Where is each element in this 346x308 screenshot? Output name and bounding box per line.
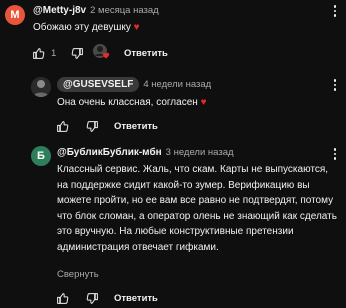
comment-body: Она очень классная, согласен [57,97,198,108]
reply-button-label: Ответить [114,120,158,132]
thumb-up-icon[interactable] [31,46,45,60]
creator-heart-icon [91,43,113,61]
comment-text: Классный сервис. Жаль, что скам. Карты н… [57,164,337,253]
comment-author[interactable]: @БубликБублик-мбн [57,147,162,158]
comment-timestamp[interactable]: 4 недели назад [143,79,211,90]
comment-timestamp[interactable]: 3 недели назад [166,147,234,158]
avatar[interactable]: Б [31,146,51,166]
comment-author[interactable]: @GUSEVSELF [57,77,140,92]
avatar[interactable]: M [5,5,25,25]
comment-header: @Metty-j8v 2 месяца назад [33,4,159,17]
thumb-down-icon[interactable] [85,291,99,305]
heart-emoji: ♥ [200,97,207,108]
comment-actions: 1 [31,45,84,61]
comment-body: Обожаю эту девушку [33,22,131,33]
reply-button-label: Ответить [124,47,168,59]
reply-button[interactable]: Ответить [114,118,158,134]
collapse-link[interactable]: Свернуть [57,269,99,280]
more-vert-icon[interactable] [330,4,340,18]
thumb-up-icon[interactable] [55,119,69,133]
comment-header: @БубликБублик-мбн 3 недели назад [57,146,234,159]
avatar[interactable] [31,77,51,97]
comment-text: Обожаю эту девушку ♥ [33,20,140,36]
thumb-down-icon[interactable] [70,46,84,60]
comment-header: @GUSEVSELF 4 недели назад [57,77,211,92]
thumb-down-icon[interactable] [85,119,99,133]
comment-author[interactable]: @Metty-j8v [33,5,86,16]
heart-emoji: ♥ [133,22,140,33]
more-vert-icon[interactable] [330,78,340,92]
comment-actions [55,290,99,306]
comment-actions [55,118,99,134]
reply-button[interactable]: Ответить [114,290,158,306]
more-vert-icon[interactable] [330,147,340,161]
thumb-up-icon[interactable] [55,291,69,305]
comment-timestamp[interactable]: 2 месяца назад [90,5,159,16]
reply-button[interactable]: Ответить [124,45,168,61]
comment-text: Она очень классная, согласен ♥ [57,95,207,111]
reply-button-label: Ответить [114,292,158,304]
like-count: 1 [51,47,57,59]
